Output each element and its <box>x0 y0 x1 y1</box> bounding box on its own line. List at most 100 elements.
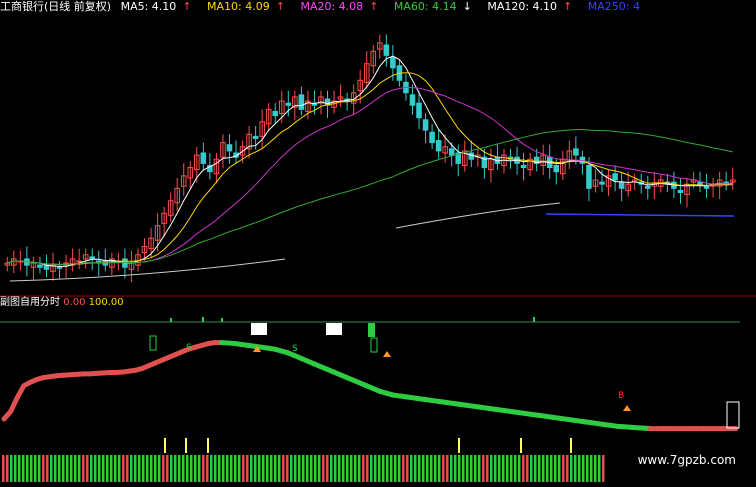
volume-bar <box>458 455 461 482</box>
volume-bar <box>210 455 213 482</box>
candle-body <box>520 164 527 169</box>
volume-bar <box>270 455 273 482</box>
candle-body <box>586 164 592 189</box>
volume-bar <box>514 455 517 482</box>
candle-body <box>644 185 651 189</box>
volume-bar <box>194 455 197 482</box>
volume-bar <box>562 455 565 482</box>
volume-bar <box>18 455 21 482</box>
volume-bar <box>190 455 193 482</box>
volume-bar <box>202 455 205 482</box>
volume-bar <box>542 455 545 482</box>
volume-bar <box>410 455 413 482</box>
volume-bar <box>238 455 241 482</box>
candle-body <box>448 148 455 156</box>
chart-window: 工商银行(日线 前复权) MA5: 4.10 ↑ MA10: 4.09 ↑ MA20… <box>0 0 756 487</box>
volume-bar <box>114 455 117 482</box>
volume-bar <box>102 455 105 482</box>
candle-body <box>422 119 429 131</box>
indicator-value: 100.00 <box>88 297 124 308</box>
volume-bar <box>546 455 549 482</box>
volume-bar <box>338 455 341 482</box>
candle-body <box>285 102 292 106</box>
candle-body <box>200 152 207 164</box>
volume-bar <box>482 455 485 482</box>
volume-bar <box>346 455 349 482</box>
signal-arrow-icon <box>383 351 391 357</box>
candle-body <box>383 44 390 56</box>
volume-bar <box>322 455 325 482</box>
volume-bar <box>254 455 257 482</box>
volume-bar <box>598 455 601 482</box>
volume-bar <box>42 455 45 482</box>
volume-bar <box>534 455 537 482</box>
volume-bar <box>214 455 217 482</box>
volume-bar <box>66 455 69 482</box>
volume-bar <box>142 455 145 482</box>
chart-canvas[interactable]: S S B <box>0 0 756 487</box>
signal-tick <box>170 318 172 322</box>
indicator-title: 副图自用分时 0.00 100.00 <box>0 297 124 309</box>
volume-bar <box>278 455 281 482</box>
volume-bar <box>122 455 125 482</box>
volume-bar <box>294 455 297 482</box>
volume-bar <box>234 455 237 482</box>
volume-bar <box>394 455 397 482</box>
volume-bar <box>522 455 525 482</box>
volume-bar <box>422 455 425 482</box>
volume-bar <box>110 455 113 482</box>
volume-bar <box>86 455 89 482</box>
volume-bar <box>154 455 157 482</box>
candle-body <box>599 181 605 185</box>
volume-bar <box>530 455 533 482</box>
signal-block-green <box>368 323 375 337</box>
volume-bar <box>158 455 161 482</box>
volume-bar <box>414 455 417 482</box>
candle-body <box>252 135 259 139</box>
candle-body <box>56 266 63 269</box>
volume-bar <box>378 455 381 482</box>
volume-bar <box>74 455 77 482</box>
candle-body <box>89 256 96 260</box>
ma120-line <box>9 258 286 282</box>
candle-body <box>409 94 416 106</box>
volume-bar <box>34 455 37 482</box>
volume-bar <box>310 455 313 482</box>
volume-bar <box>490 455 493 482</box>
volume-bar <box>226 455 229 482</box>
candle-body <box>468 152 475 160</box>
volume-bar <box>30 455 33 482</box>
signal-box <box>726 401 740 429</box>
volume-bar <box>506 455 509 482</box>
volume-bar <box>282 455 285 482</box>
ma250-line <box>545 213 735 217</box>
volume-bar <box>90 455 93 482</box>
volume-bar <box>374 455 377 482</box>
volume-bar <box>50 455 53 482</box>
volume-bar <box>2 455 5 482</box>
volume-bar <box>46 455 49 482</box>
volume-bar <box>502 455 505 482</box>
candle-body <box>298 94 305 110</box>
volume-bar <box>174 455 177 482</box>
volume-bar <box>434 455 437 482</box>
volume-bar <box>134 455 137 482</box>
volume-bar <box>166 455 169 482</box>
volume-bar <box>106 455 109 482</box>
volume-bar <box>466 455 469 482</box>
volume-bar <box>130 455 133 482</box>
volume-bar <box>358 455 361 482</box>
volume-bar <box>538 455 541 482</box>
volume-bar <box>362 455 365 482</box>
volume-bar <box>426 455 429 482</box>
watermark: www.7gpzb.com <box>631 451 742 469</box>
volume-bar <box>246 455 249 482</box>
volume-bar <box>462 455 465 482</box>
volume-bar <box>494 455 497 482</box>
volume-bar <box>62 455 65 482</box>
candle-body <box>37 264 43 268</box>
volume-bar <box>206 455 209 482</box>
volume-bar <box>430 455 433 482</box>
volume-bar <box>10 455 13 482</box>
volume-bar <box>574 455 577 482</box>
